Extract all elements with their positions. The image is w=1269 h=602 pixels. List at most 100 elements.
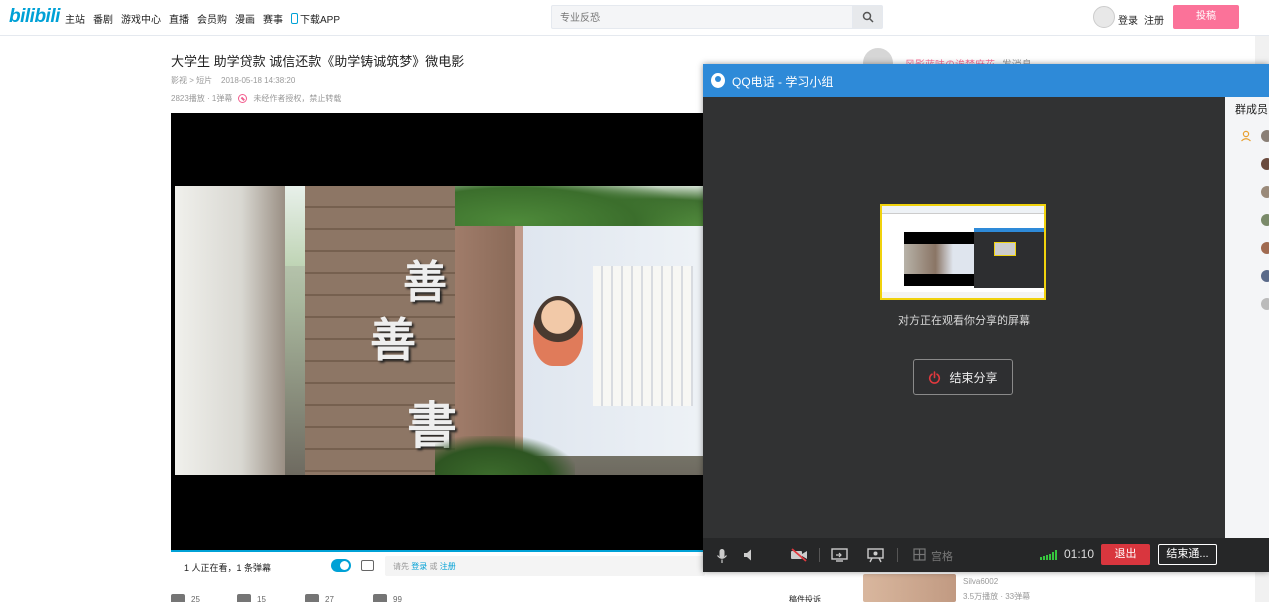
danmaku-register-link[interactable]: 注册: [440, 562, 456, 571]
no-repost-icon: [238, 94, 248, 103]
toolbar-divider: [819, 548, 820, 562]
group-members-panel: 群成员: [1225, 97, 1269, 538]
browser-page: bilibili 主站 番剧 游戏中心 直播 会员购 漫画 赛事 下载APP 专…: [0, 0, 1269, 602]
speaker-icon[interactable]: [743, 548, 757, 562]
share-arrow-icon: [373, 594, 387, 602]
nav-bangumi[interactable]: 番剧: [93, 11, 113, 26]
nav-manga[interactable]: 漫画: [235, 11, 255, 26]
share-button[interactable]: 99: [373, 594, 402, 602]
presentation-icon[interactable]: [867, 548, 884, 563]
camera-off-icon[interactable]: [790, 548, 808, 562]
video-meta: 影视 > 短片 2018-05-18 14:38:20: [171, 75, 295, 86]
coin-button[interactable]: 15: [237, 594, 266, 602]
nav-game-center[interactable]: 游戏中心: [121, 11, 161, 26]
end-share-button[interactable]: 结束分享: [913, 359, 1013, 395]
upload-button[interactable]: 投稿: [1173, 5, 1239, 29]
register-link[interactable]: 注册: [1144, 12, 1164, 27]
share-screen-icon[interactable]: [831, 548, 848, 562]
power-icon: [929, 370, 941, 384]
video-date: 2018-05-18 14:38:20: [221, 76, 296, 85]
video-title: 大学生 助学贷款 诚信还款《助学铸诚筑梦》微电影: [171, 54, 465, 69]
qq-window-title: QQ电话 - 学习小组: [732, 75, 834, 89]
watching-share-text: 对方正在观看你分享的屏幕: [898, 315, 1030, 327]
video-stats-row: 2823播放 · 1弹幕 未经作者授权，禁止转载: [171, 93, 341, 104]
share-count: 99: [393, 594, 402, 602]
danmaku-settings-icon[interactable]: [361, 560, 374, 571]
favorite-count: 27: [325, 594, 334, 602]
thumbs-up-icon: [171, 594, 185, 602]
member-avatar[interactable]: [1261, 298, 1269, 310]
recommend-author[interactable]: Silva6002: [963, 577, 998, 586]
video-frame: 善 善 書: [175, 186, 705, 475]
nav-esports[interactable]: 赛事: [263, 11, 283, 26]
coin-icon: [237, 594, 251, 602]
member-avatar[interactable]: [1261, 130, 1269, 142]
danmaku-prefix: 请先: [393, 562, 409, 571]
end-call-button[interactable]: 结束通...: [1158, 544, 1217, 565]
nav-download-app[interactable]: 下载APP: [291, 11, 340, 26]
star-icon: [305, 594, 319, 602]
search-input[interactable]: [560, 10, 850, 26]
user-icon: [1241, 130, 1251, 142]
qq-penguin-icon: [711, 73, 725, 88]
like-button[interactable]: 25: [171, 594, 200, 602]
favorite-button[interactable]: 27: [305, 594, 334, 602]
danmaku-toggle[interactable]: [331, 559, 351, 572]
scene-grass: [435, 436, 575, 475]
call-toolbar: 宫格 01:10 退出 结束通...: [703, 538, 1269, 572]
shared-screen-preview[interactable]: [880, 204, 1046, 300]
members-title: 群成员: [1235, 104, 1268, 116]
scene-mural-figure: [533, 296, 583, 366]
preview-qq-window: [974, 228, 1044, 288]
recommend-thumbnail[interactable]: [863, 574, 956, 602]
nav-vip-shop[interactable]: 会员购: [197, 11, 227, 26]
search-icon: [862, 11, 874, 23]
member-avatar[interactable]: [1261, 186, 1269, 198]
login-link[interactable]: 登录: [1118, 12, 1138, 27]
search-box: [551, 5, 883, 29]
microphone-icon[interactable]: [716, 548, 728, 564]
user-avatar[interactable]: [1093, 6, 1115, 28]
danmaku-input[interactable]: 请先 登录 或 注册: [385, 556, 705, 576]
member-avatar[interactable]: [1261, 158, 1269, 170]
scene-glyph: 善: [403, 257, 447, 308]
bilibili-logo[interactable]: bilibili: [9, 6, 60, 28]
end-share-label: 结束分享: [949, 370, 998, 385]
member-avatar[interactable]: [1261, 270, 1269, 282]
phone-icon: [291, 13, 298, 24]
danmaku-bar: 1 人正在看，1 条弹幕 请先 登录 或 注册: [171, 550, 705, 581]
call-timer: 01:10: [1064, 547, 1095, 561]
qq-call-window: QQ电话 - 学习小组 对方正在观看你分享的屏幕 结束分享 群成员 宫格 01:…: [703, 64, 1269, 572]
video-player[interactable]: 善 善 書: [171, 113, 705, 550]
preview-taskbar: [882, 292, 1044, 298]
nav-download-app-label: 下载APP: [300, 15, 341, 26]
scene-glyph: 善: [370, 313, 416, 367]
member-avatar[interactable]: [1261, 242, 1269, 254]
nav-main[interactable]: 主站: [65, 11, 85, 26]
video-actions: 25 15 27 99 稿件投诉: [171, 590, 851, 602]
grid-view-icon[interactable]: [913, 548, 926, 561]
like-count: 25: [191, 594, 200, 602]
scene-mural-text: [593, 266, 693, 406]
preview-video: [904, 232, 974, 286]
screen-share-area: 对方正在观看你分享的屏幕 结束分享: [703, 97, 1225, 538]
danmaku-login-link[interactable]: 登录: [411, 562, 427, 571]
watching-count: 1 人正在看，1 条弹幕: [184, 563, 272, 573]
report-link[interactable]: 稿件投诉: [789, 594, 821, 602]
coin-count: 15: [257, 594, 266, 602]
qq-title-bar[interactable]: QQ电话 - 学习小组: [703, 64, 1269, 97]
video-stats: 2823播放 · 1弹幕: [171, 94, 233, 103]
toolbar-divider: [897, 548, 898, 562]
danmaku-or: 或: [429, 562, 438, 571]
exit-call-button[interactable]: 退出: [1101, 544, 1150, 565]
top-nav-bar: bilibili 主站 番剧 游戏中心 直播 会员购 漫画 赛事 下载APP 专…: [0, 0, 1269, 36]
nav-live[interactable]: 直播: [169, 11, 189, 26]
video-category[interactable]: 影视 > 短片: [171, 76, 212, 85]
scene-left-wall: [175, 186, 285, 475]
member-avatar[interactable]: [1261, 214, 1269, 226]
search-button[interactable]: [852, 6, 882, 28]
scene-mural-wall: [515, 226, 705, 456]
main-nav: 主站 番剧 游戏中心 直播 会员购 漫画 赛事 下载APP: [65, 11, 340, 26]
signal-strength-icon: [1040, 550, 1057, 560]
grid-view-label[interactable]: 宫格: [931, 548, 953, 564]
